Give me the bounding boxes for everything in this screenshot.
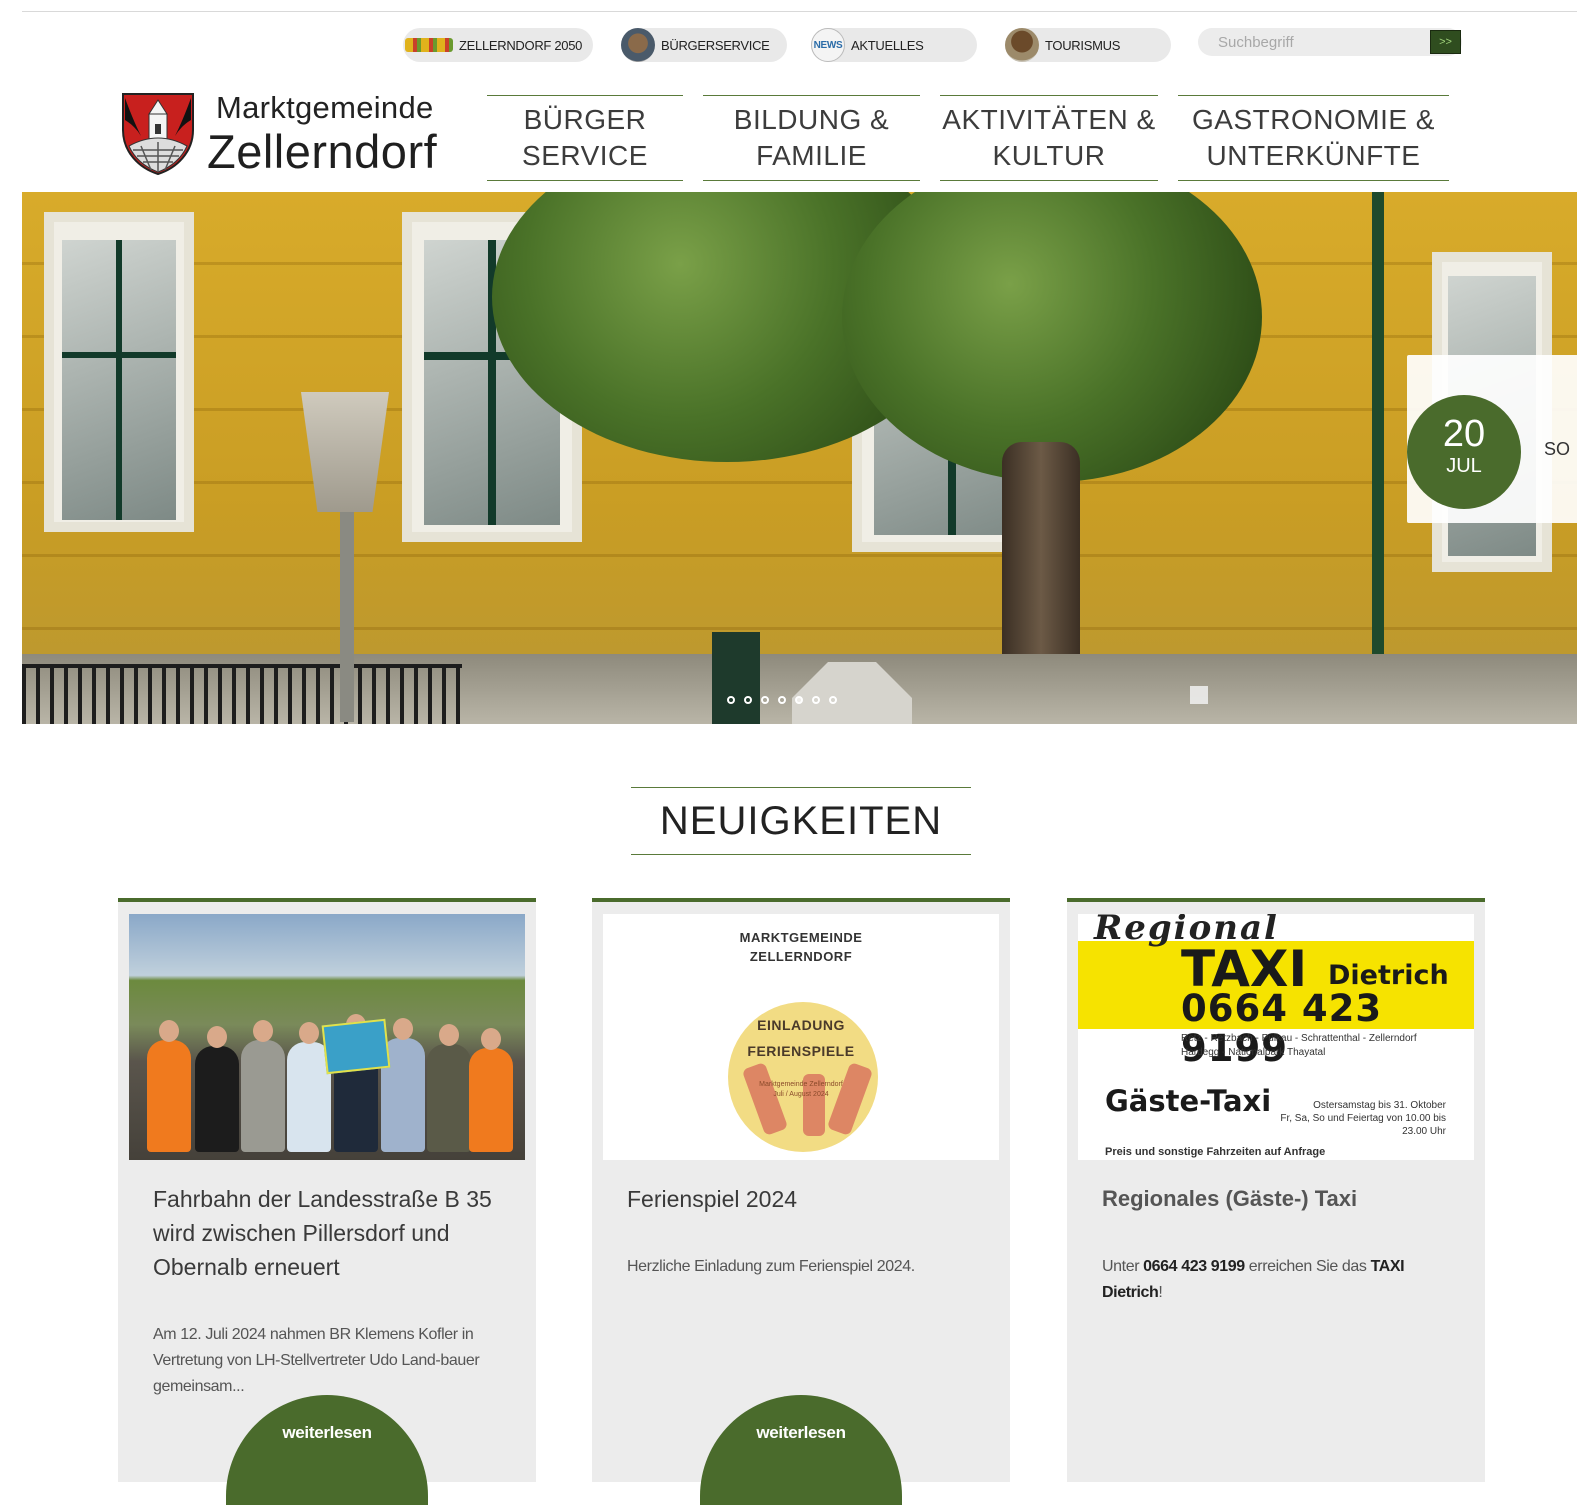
news-card-image[interactable] — [129, 914, 525, 1160]
slider-dot[interactable] — [812, 696, 820, 704]
news-card-teaser: Am 12. Juli 2024 nahmen BR Klemens Kofle… — [153, 1326, 480, 1395]
event-teaser[interactable]: 20 JUL SO — [1407, 355, 1577, 523]
news-icon: NEWS — [811, 28, 845, 62]
news-card-teaser: Herzliche Einladung zum Ferienspiel 2024… — [627, 1258, 915, 1275]
quicklink-label: AKTUELLES — [851, 37, 924, 53]
quicklink-buergerservice[interactable]: BÜRGERSERVICE — [621, 28, 787, 62]
news-heading: NEUIGKEITEN — [631, 787, 971, 855]
nav-label: GASTRONOMIE & — [1192, 104, 1435, 135]
logo-line-2: Zellerndorf — [207, 125, 438, 178]
nav-label: BÜRGER — [523, 104, 647, 135]
image-text: ZELLERNDORF — [749, 949, 853, 964]
slider-dot[interactable] — [778, 696, 786, 704]
news-card-title[interactable]: Ferienspiel 2024 — [627, 1182, 977, 1216]
quicklink-label: ZELLERNDORF 2050 — [459, 37, 583, 53]
news-card-image[interactable]: MARKTGEMEINDE ZELLERNDORF EINLADUNG FERIEN… — [603, 914, 999, 1160]
quicklink-label: BÜRGERSERVICE — [661, 37, 770, 53]
image-text: Preis und sonstige Fahrzeiten auf Anfrag… — [1105, 1146, 1326, 1158]
news-card[interactable]: Regional TAXI Dietrich 0664 423 9199 Ret… — [1067, 898, 1485, 1482]
hero-window — [44, 212, 194, 532]
site-logo[interactable]: Marktgemeinde Zellerndorf — [121, 88, 461, 180]
water-pump — [712, 632, 760, 724]
hero-slider[interactable]: 20 JUL SO — [22, 192, 1577, 724]
news-card-teaser: Unter 0664 423 9199 erreichen Sie das TA… — [1102, 1258, 1405, 1301]
search-button[interactable]: >> — [1430, 30, 1461, 54]
image-text: Ostersamstag bis 31. Oktober — [1313, 1100, 1446, 1111]
event-title: SO — [1544, 439, 1571, 459]
image-text: Juli / August 2024 — [773, 1091, 829, 1098]
project-sign — [321, 1018, 391, 1075]
image-text: Hardegg - Nationalpark Thayatal — [1181, 1047, 1326, 1058]
quicklink-zellerndorf-2050[interactable]: ZELLERNDORF 2050 — [403, 28, 593, 62]
nav-gastronomie-unterkuenfte[interactable]: GASTRONOMIE & UNTERKÜNFTE — [1178, 95, 1449, 181]
tourism-icon — [1005, 28, 1039, 62]
image-text: Marktgemeinde Zellerndorf — [759, 1081, 843, 1088]
nav-label: FAMILIE — [756, 140, 867, 171]
event-date-badge: 20 JUL — [1407, 395, 1521, 509]
zellerndorf-2050-icon — [405, 38, 453, 52]
nav-label: AKTIVITÄTEN & — [942, 104, 1156, 135]
news-card-title[interactable]: Regionales (Gäste-) Taxi — [1102, 1182, 1452, 1216]
nav-label: SERVICE — [522, 140, 648, 171]
coat-of-arms-icon — [122, 93, 194, 176]
image-text: FERIENSPIELE — [747, 1043, 855, 1059]
search-input[interactable] — [1216, 32, 1420, 52]
image-text: Fr, Sa, So und Feiertag von 10.00 bis 23… — [1280, 1113, 1446, 1137]
nav-label: BILDUNG & — [733, 104, 890, 135]
phone-number: 0664 423 9199 — [1143, 1258, 1245, 1275]
image-text: EINLADUNG — [757, 1017, 845, 1033]
nav-label: UNTERKÜNFTE — [1206, 140, 1421, 171]
slider-dot[interactable] — [744, 696, 752, 704]
nav-aktivitaeten-kultur[interactable]: AKTIVITÄTEN & KULTUR — [940, 95, 1158, 181]
nav-bildung-familie[interactable]: BILDUNG & FAMILIE — [703, 95, 920, 181]
town-hall-icon — [621, 28, 655, 62]
slider-pause-button[interactable] — [1190, 686, 1208, 704]
quicklink-label: TOURISMUS — [1045, 37, 1121, 53]
nav-buerger-service[interactable]: BÜRGER SERVICE — [487, 95, 683, 181]
image-text: Retz - Retzbach - Pulkau - Schrattenthal… — [1181, 1033, 1417, 1044]
event-month: JUL — [1446, 455, 1482, 477]
slider-dots — [727, 696, 837, 704]
slider-dot[interactable] — [829, 696, 837, 704]
quicklink-tourismus[interactable]: TOURISMUS — [1005, 28, 1171, 62]
event-day: 20 — [1442, 413, 1486, 455]
image-text: MARKTGEMEINDE — [739, 930, 863, 945]
logo-line-1: Marktgemeinde — [216, 90, 434, 125]
slider-dot[interactable] — [727, 696, 735, 704]
slider-dot[interactable] — [761, 696, 769, 704]
search-box: >> — [1198, 28, 1462, 56]
top-divider — [22, 11, 1577, 12]
read-more-button[interactable]: weiterlesen — [226, 1395, 428, 1505]
image-text: Gäste-Taxi — [1105, 1084, 1272, 1118]
read-more-button[interactable]: weiterlesen — [700, 1395, 902, 1505]
quicklink-aktuelles[interactable]: NEWS AKTUELLES — [811, 28, 977, 62]
news-card-title[interactable]: Fahrbahn der Landesstraße B 35 wird zwis… — [153, 1182, 503, 1284]
news-card[interactable]: MARKTGEMEINDE ZELLERNDORF EINLADUNG FERIEN… — [592, 898, 1010, 1505]
news-card-image[interactable]: Regional TAXI Dietrich 0664 423 9199 Ret… — [1078, 914, 1474, 1160]
nav-label: KULTUR — [992, 140, 1106, 171]
slider-dot[interactable] — [795, 696, 803, 704]
news-card[interactable]: Fahrbahn der Landesstraße B 35 wird zwis… — [118, 898, 536, 1505]
